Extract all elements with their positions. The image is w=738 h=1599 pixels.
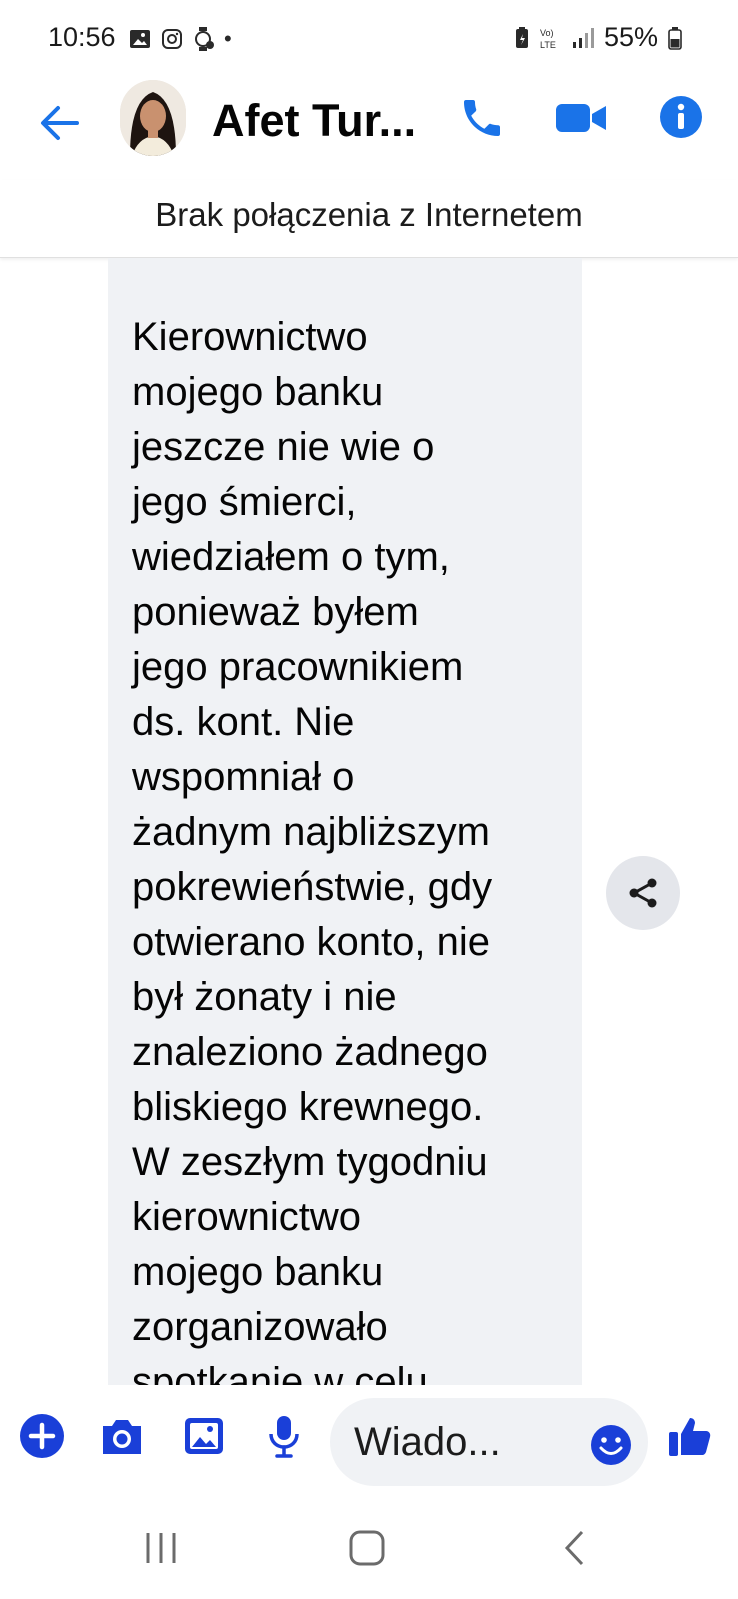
recent-apps-button[interactable] (136, 1528, 186, 1568)
notification-icons: • (128, 26, 232, 52)
message-line: wiedziałem o tym, (132, 535, 450, 579)
message-line: znaleziono żadnego (132, 1030, 488, 1074)
image-icon (185, 1418, 223, 1454)
audio-call-button[interactable] (458, 94, 506, 142)
message-line: był żonaty i nie (132, 975, 397, 1019)
offline-banner: Brak połączenia z Internetem (0, 180, 738, 258)
message-line: kierownictwo (132, 1195, 361, 1239)
avatar-photo (120, 80, 186, 156)
message-line: otwierano konto, nie (132, 920, 491, 964)
home-button[interactable] (342, 1528, 392, 1568)
system-status: Vo) LTE 55% (514, 22, 682, 53)
conversation-info-button[interactable] (658, 94, 704, 140)
info-icon (660, 96, 702, 138)
chevron-left-icon (564, 1530, 584, 1566)
volte-icon: Vo) LTE (540, 28, 556, 50)
message-line: spotkanie w celu (132, 1360, 428, 1385)
phone-icon (464, 100, 500, 136)
message-line: zorganizowało (132, 1305, 388, 1349)
message-line: mojego banku (132, 1250, 384, 1294)
camera-button[interactable] (98, 1412, 146, 1460)
video-call-button[interactable] (554, 96, 608, 140)
contact-name[interactable]: Afet Tur... (212, 95, 416, 147)
conversation-header: Afet Tur... (0, 78, 738, 178)
message-line: jego pracownikiem (132, 645, 464, 689)
message-line: żadnym najbliższym (132, 810, 490, 854)
status-time: 10:56 (48, 22, 116, 52)
message-line: ponieważ byłem (132, 590, 419, 634)
thumbs-up-icon (669, 1418, 711, 1456)
plus-circle-icon (20, 1414, 64, 1458)
nav-back-button[interactable] (550, 1528, 600, 1568)
message-line: Kierownictwo (132, 315, 368, 359)
recent-apps-icon (146, 1533, 176, 1563)
share-message-button[interactable] (606, 856, 680, 930)
incoming-message-bubble[interactable]: Kierownictwo mojego banku jeszcze nie wi… (108, 258, 582, 1385)
status-bar: 10:56 • Vo) LTE 55% (0, 0, 738, 78)
message-line: ds. kont. Nie (132, 700, 355, 744)
like-button[interactable] (666, 1412, 714, 1460)
video-camera-icon (556, 104, 606, 132)
svg-text:Vo): Vo) (540, 28, 554, 38)
offline-banner-text: Brak połączenia z Internetem (155, 196, 583, 233)
battery-percent: 55% (603, 22, 658, 52)
system-navigation-bar (0, 1500, 738, 1599)
home-icon (349, 1530, 385, 1566)
gallery-notification-icon (130, 30, 150, 48)
message-composer: Wiado... (0, 1390, 738, 1490)
camera-icon (103, 1420, 141, 1454)
instagram-notification-icon (162, 29, 182, 49)
message-list[interactable]: Kierownictwo mojego banku jeszcze nie wi… (0, 258, 738, 1385)
message-line: W zeszłym tygodniu (132, 1140, 488, 1184)
message-line: jeszcze nie wie o (132, 425, 435, 469)
message-line: mojego banku (132, 370, 384, 414)
arrow-left-icon (41, 106, 79, 140)
battery-icon (668, 26, 682, 50)
message-line: bliskiego krewnego. (132, 1085, 484, 1129)
more-actions-button[interactable] (18, 1412, 66, 1460)
message-line: jego śmierci, (132, 480, 357, 524)
message-input-text: Wiado... (354, 1420, 501, 1464)
message-line: pokrewieństwie, gdy (132, 865, 493, 909)
voice-message-button[interactable] (260, 1412, 308, 1460)
share-icon (629, 878, 657, 908)
back-button[interactable] (34, 98, 84, 148)
more-notifications-dot: • (224, 26, 232, 51)
emoji-button[interactable] (590, 1424, 632, 1466)
message-text: Kierownictwo mojego banku jeszcze nie wi… (132, 310, 560, 1385)
signal-icon (572, 27, 594, 48)
contact-avatar[interactable] (120, 80, 186, 156)
battery-saver-icon (515, 26, 528, 48)
message-line: wspomniał o (132, 755, 355, 799)
svg-text:LTE: LTE (540, 40, 556, 50)
message-input[interactable]: Wiado... (330, 1398, 648, 1486)
smiley-icon (591, 1425, 631, 1465)
watch-notification-icon (195, 27, 214, 51)
microphone-icon (269, 1416, 299, 1458)
gallery-button[interactable] (180, 1412, 228, 1460)
